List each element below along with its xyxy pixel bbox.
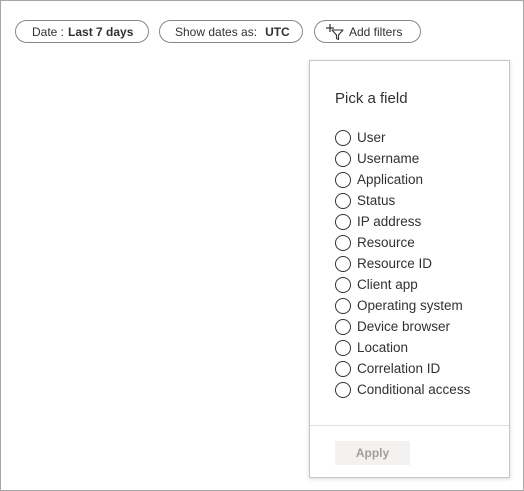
date-filter-label: Date :: [32, 24, 65, 39]
radio-button[interactable]: [335, 192, 351, 209]
radio-button[interactable]: [335, 276, 351, 293]
radio-button[interactable]: [335, 360, 351, 377]
field-option-application[interactable]: Application: [335, 169, 470, 190]
radio-button[interactable]: [335, 297, 351, 314]
radio-button[interactable]: [335, 255, 351, 272]
field-option-correlation-id[interactable]: Correlation ID: [335, 358, 470, 379]
field-picker-title: Pick a field: [335, 90, 408, 107]
field-option-resource-id[interactable]: Resource ID: [335, 253, 470, 274]
field-option-label: Correlation ID: [357, 361, 441, 376]
field-option-username[interactable]: Username: [335, 148, 470, 169]
timezone-filter-label: Show dates as:: [175, 24, 258, 39]
field-option-status[interactable]: Status: [335, 190, 470, 211]
field-option-label: Username: [357, 151, 420, 166]
field-option-ip-address[interactable]: IP address: [335, 211, 470, 232]
field-option-resource[interactable]: Resource: [335, 232, 470, 253]
add-filters-button[interactable]: Add filters: [314, 20, 421, 43]
field-option-label: Resource ID: [357, 256, 433, 271]
field-option-label: Status: [357, 193, 396, 208]
field-picker-panel: Pick a field User Username Application S…: [309, 60, 510, 478]
date-filter-value: Last 7 days: [68, 24, 134, 39]
field-option-label: Conditional access: [357, 382, 471, 397]
radio-button[interactable]: [335, 234, 351, 251]
timezone-filter-value: UTC: [265, 24, 290, 39]
radio-button[interactable]: [335, 129, 351, 146]
add-filters-label: Add filters: [349, 24, 403, 39]
field-option-label: User: [357, 130, 386, 145]
field-option-location[interactable]: Location: [335, 337, 470, 358]
timezone-filter-pill[interactable]: Show dates as: UTC: [159, 20, 303, 43]
field-option-conditional-access[interactable]: Conditional access: [335, 379, 470, 400]
radio-button[interactable]: [335, 150, 351, 167]
radio-button[interactable]: [335, 213, 351, 230]
field-option-operating-system[interactable]: Operating system: [335, 295, 470, 316]
date-filter-pill[interactable]: Date : Last 7 days: [15, 20, 149, 43]
field-option-client-app[interactable]: Client app: [335, 274, 470, 295]
field-option-label: Device browser: [357, 319, 451, 334]
field-option-device-browser[interactable]: Device browser: [335, 316, 470, 337]
field-option-label: Application: [357, 172, 424, 187]
panel-divider: [310, 425, 509, 426]
radio-button[interactable]: [335, 171, 351, 188]
field-option-label: Location: [357, 340, 409, 355]
field-option-label: Operating system: [357, 298, 463, 313]
field-option-label: Client app: [357, 277, 418, 292]
apply-button[interactable]: Apply: [335, 441, 410, 465]
radio-button[interactable]: [335, 318, 351, 335]
field-option-user[interactable]: User: [335, 127, 470, 148]
field-option-label: Resource: [357, 235, 415, 250]
field-option-label: IP address: [357, 214, 422, 229]
field-options-list: User Username Application Status IP addr…: [335, 127, 470, 400]
radio-button[interactable]: [335, 381, 351, 398]
window-frame: Date : Last 7 days Show dates as: UTC Ad…: [0, 0, 524, 491]
radio-button[interactable]: [335, 339, 351, 356]
add-filter-icon: [326, 23, 344, 40]
